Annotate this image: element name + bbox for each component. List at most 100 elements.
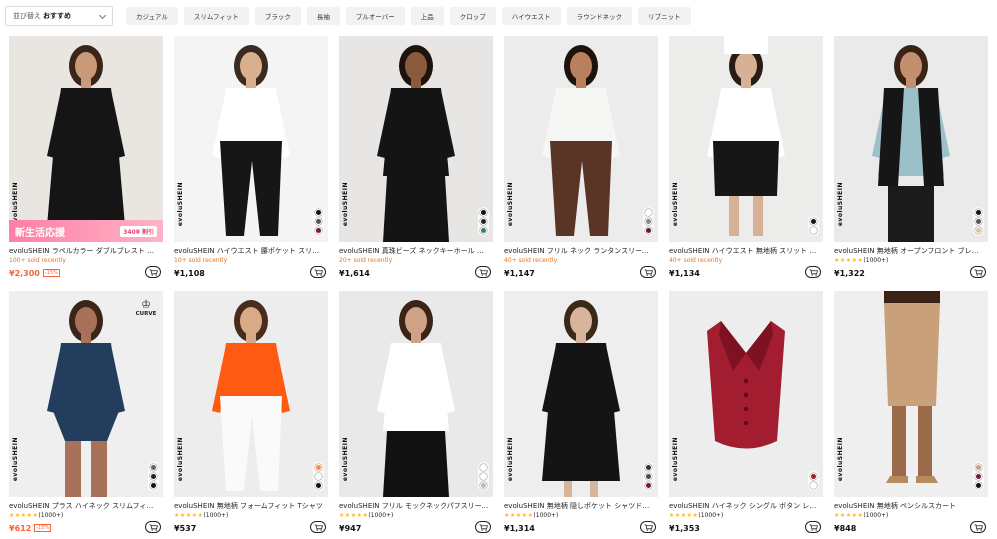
add-to-cart-button[interactable] [310,521,326,533]
product-card[interactable]: evoluSHEIN evoluSHEIN 無地柄 ペンシルスカート ★★★★★(1… [834,291,988,535]
color-swatch[interactable] [315,227,322,234]
filter-chip[interactable]: リブニット [638,7,691,25]
color-swatch[interactable] [315,209,322,216]
price: ¥1,322 [834,268,865,278]
product-title[interactable]: evoluSHEIN 無地柄 フォームフィット Tシャツ [174,501,324,511]
color-swatch[interactable] [645,218,652,225]
product-image[interactable]: evoluSHEIN 新生活応援 340¥ 割引 [9,36,163,242]
add-to-cart-button[interactable] [640,521,656,533]
color-swatch[interactable] [810,473,817,480]
color-swatch[interactable] [810,482,817,489]
color-swatch[interactable] [480,473,487,480]
color-swatch[interactable] [645,227,652,234]
discount-badge: -15% [42,269,60,277]
product-title[interactable]: evoluSHEIN ハイネック シングル ボタン レディース ベスト [669,501,819,511]
add-to-cart-button[interactable] [970,266,986,278]
color-swatch[interactable] [150,473,157,480]
color-swatch[interactable] [975,482,982,489]
color-swatches [313,462,324,491]
color-swatch[interactable] [480,218,487,225]
color-swatch[interactable] [810,218,817,225]
color-swatch[interactable] [150,464,157,471]
add-to-cart-button[interactable] [805,521,821,533]
product-photo [174,36,328,242]
product-card[interactable]: evoluSHEIN evoluSHEIN 無地柄 オープンフロント ブレイザー ★… [834,36,988,280]
product-title[interactable]: evoluSHEIN 無地柄 隠しポケット シャツドレス [504,501,654,511]
add-to-cart-button[interactable] [805,266,821,278]
product-title[interactable]: evoluSHEIN プラス ハイネック スリムフィット ボディスーツ [9,501,159,511]
product-card[interactable]: evoluSHEIN evoluSHEIN フリル モックネックパフスリーブ ブラ… [339,291,493,535]
sold-count: 100+ sold recently [9,257,66,264]
color-swatch[interactable] [975,209,982,216]
product-title[interactable]: evoluSHEIN 真珠ビーズ ネックキーホール ブラウス [339,246,489,256]
product-image[interactable]: evoluSHEIN [504,291,658,497]
product-image[interactable]: evoluSHEIN [174,291,328,497]
product-card[interactable]: evoluSHEIN evoluSHEIN 真珠ビーズ ネックキーホール ブラウス… [339,36,493,280]
color-swatch[interactable] [315,464,322,471]
color-swatch[interactable] [315,218,322,225]
color-swatch[interactable] [975,227,982,234]
filter-chip[interactable]: 長袖 [306,7,340,25]
add-to-cart-button[interactable] [145,521,161,533]
color-swatch[interactable] [645,209,652,216]
color-swatch[interactable] [480,482,487,489]
color-swatch[interactable] [975,473,982,480]
product-title[interactable]: evoluSHEIN ラペルカラー ダブルブレスト ブレザードレス [9,246,159,256]
product-image[interactable]: evoluSHEIN [669,36,823,242]
color-swatch[interactable] [975,218,982,225]
add-to-cart-button[interactable] [475,521,491,533]
price-row: ¥1,322 [834,266,988,280]
add-to-cart-button[interactable] [970,521,986,533]
color-swatch[interactable] [645,482,652,489]
product-title[interactable]: evoluSHEIN ハイウエスト 腰ポケット スリットパンツ [174,246,324,256]
add-to-cart-button[interactable] [145,266,161,278]
product-card[interactable]: evoluSHEIN evoluSHEIN 無地柄 隠しポケット シャツドレス ★★… [504,291,658,535]
filter-chip[interactable]: ブラック [254,7,301,25]
filter-chip[interactable]: ハイウエスト [501,7,561,25]
color-swatch[interactable] [810,227,817,234]
product-card[interactable]: evoluSHEIN 新生活応援 340¥ 割引 evoluSHEIN ラペルカラー … [9,36,163,280]
filter-chip[interactable]: クロップ [449,7,496,25]
filter-chip[interactable]: カジュアル [126,7,178,25]
filter-chip[interactable]: ラウンドネック [566,7,633,25]
product-card[interactable]: evoluSHEIN ♔ CURVE evoluSHEIN プラス ハイネック スリム… [9,291,163,535]
product-title[interactable]: evoluSHEIN 無地柄 ペンシルスカート [834,501,984,511]
product-title[interactable]: evoluSHEIN フリル ネック ランタンスリーブ ブラウス [504,246,654,256]
rating-count: (1000+) [863,257,889,264]
sort-dropdown[interactable]: 並び替え おすすめ [5,6,113,26]
color-swatch[interactable] [150,482,157,489]
color-swatch[interactable] [645,473,652,480]
product-photo [834,291,988,497]
add-to-cart-button[interactable] [310,266,326,278]
product-image[interactable]: evoluSHEIN [339,291,493,497]
color-swatch[interactable] [480,464,487,471]
filter-chip[interactable]: プルオーバー [345,7,405,25]
product-title[interactable]: evoluSHEIN ハイウエスト 無地柄 スリット スカート [669,246,819,256]
product-card[interactable]: evoluSHEIN evoluSHEIN フリル ネック ランタンスリーブ ブラ… [504,36,658,280]
curve-icon: ♔ [141,298,151,311]
product-image[interactable]: evoluSHEIN [834,36,988,242]
product-image[interactable]: evoluSHEIN ♔ CURVE [9,291,163,497]
product-image[interactable]: evoluSHEIN [504,36,658,242]
product-image[interactable]: evoluSHEIN [174,36,328,242]
product-title[interactable]: evoluSHEIN フリル モックネックパフスリーブ ブラウス [339,501,489,511]
color-swatch[interactable] [480,227,487,234]
color-swatch[interactable] [315,482,322,489]
color-swatch[interactable] [315,473,322,480]
product-card[interactable]: evoluSHEIN evoluSHEIN ハイウエスト 腰ポケット スリットパン… [174,36,328,280]
product-card[interactable]: evoluSHEIN evoluSHEIN ハイネック シングル ボタン レディー… [669,291,823,535]
product-image[interactable]: evoluSHEIN [834,291,988,497]
color-swatch[interactable] [480,209,487,216]
product-image[interactable]: evoluSHEIN [339,36,493,242]
product-image[interactable]: evoluSHEIN [669,291,823,497]
brand-watermark: evoluSHEIN [672,181,679,226]
product-title[interactable]: evoluSHEIN 無地柄 オープンフロント ブレイザー [834,246,984,256]
color-swatch[interactable] [975,464,982,471]
filter-chip[interactable]: スリムフィット [183,7,249,25]
add-to-cart-button[interactable] [640,266,656,278]
add-to-cart-button[interactable] [475,266,491,278]
color-swatch[interactable] [645,464,652,471]
product-card[interactable]: evoluSHEIN evoluSHEIN ハイウエスト 無地柄 スリット スカー… [669,36,823,280]
product-card[interactable]: evoluSHEIN evoluSHEIN 無地柄 フォームフィット Tシャツ ★★… [174,291,328,535]
filter-chip[interactable]: 上品 [410,7,444,25]
